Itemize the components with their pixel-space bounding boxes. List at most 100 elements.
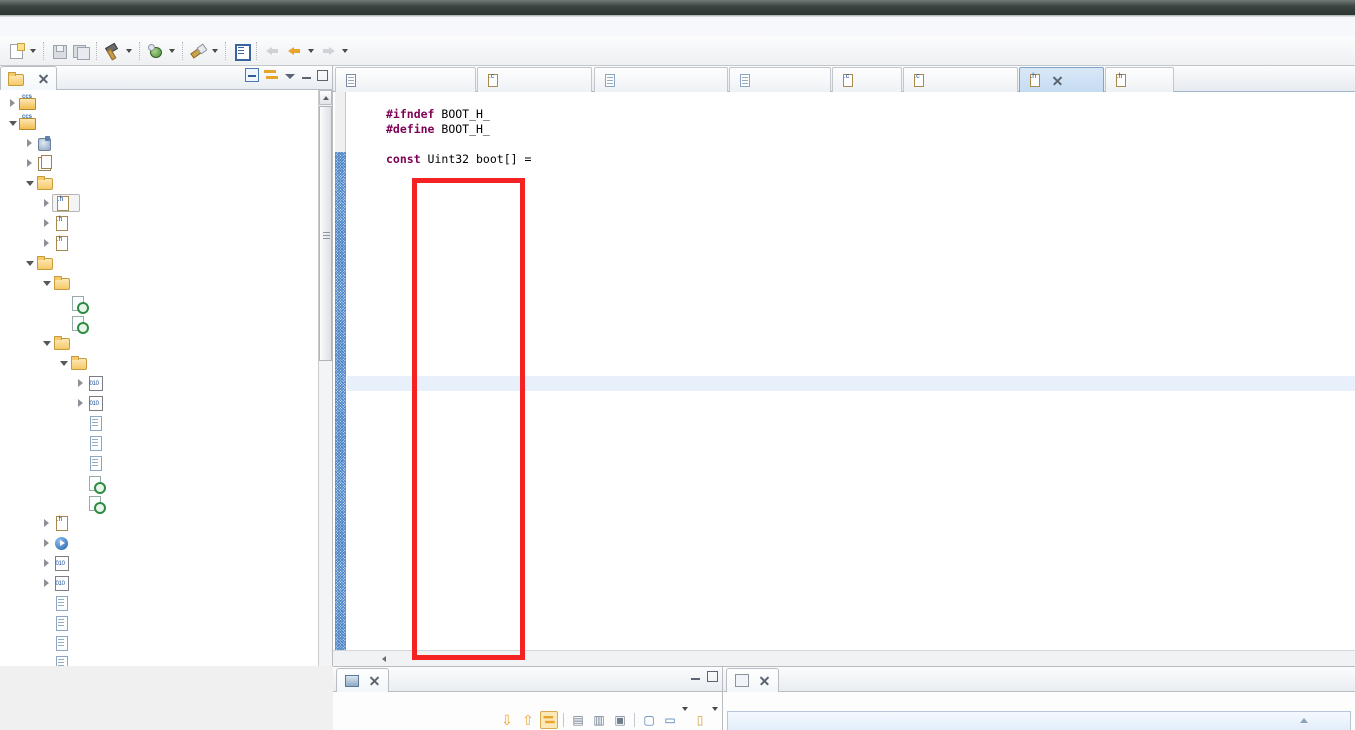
editor-tab-tms320c6713-ccxml[interactable] [335, 67, 477, 92]
code-line[interactable] [347, 451, 1355, 466]
sort-ascending-icon[interactable] [1300, 718, 1308, 723]
tree-item-vecs-obj-c6000-le-[interactable] [0, 573, 318, 593]
new-file-dropdown[interactable] [27, 40, 39, 62]
editor-tab-boot-h[interactable]: .h [1018, 67, 1105, 92]
menu-file[interactable] [0, 26, 16, 28]
tree-twisty-closed-icon[interactable] [40, 213, 53, 233]
maximize-icon[interactable] [707, 671, 718, 682]
tree-item-boot-ok-map[interactable] [0, 613, 318, 633]
build-button[interactable] [101, 40, 123, 62]
new-console-view-icon[interactable]: ▢ [640, 711, 658, 729]
run-button[interactable] [187, 40, 209, 62]
open-console-icon[interactable]: ▯ [691, 711, 709, 729]
tree-item-boot-h[interactable] [0, 193, 318, 213]
tree-twisty-closed-icon[interactable] [40, 553, 53, 573]
code-line[interactable] [347, 256, 1355, 271]
code-line[interactable] [347, 301, 1355, 316]
menu-run[interactable] [80, 26, 96, 28]
tab-console[interactable] [336, 668, 389, 692]
code-line[interactable] [347, 226, 1355, 241]
clear-console-icon[interactable]: ▤ [569, 711, 587, 729]
code-line[interactable] [347, 480, 1355, 495]
tree-item-binaries[interactable] [0, 133, 318, 153]
close-icon[interactable] [1052, 75, 1063, 86]
tree-twisty-open-icon[interactable] [6, 113, 19, 133]
tree-twisty-open-icon[interactable] [57, 353, 70, 373]
tree-item-includes[interactable] [0, 153, 318, 173]
code-line[interactable] [347, 197, 1355, 212]
tree-item-subdir-vars-mk[interactable] [0, 313, 318, 334]
code-line[interactable] [347, 436, 1355, 451]
tree-item-ccssrcs-opt[interactable] [0, 653, 318, 666]
editor-tab-text-h[interactable]: .h [1105, 67, 1175, 92]
tree-item-dsplib[interactable] [0, 273, 318, 293]
code-editor[interactable]: #ifndef BOOT_H_ #define BOOT_H_ const Uint… [333, 92, 1355, 666]
code-line[interactable]: #define BOOT_H_ [347, 122, 1355, 137]
new-file-button[interactable] [5, 40, 27, 62]
code-line[interactable] [347, 525, 1355, 540]
tree-item-boot-ok-out-c6000-le-[interactable] [0, 533, 318, 553]
tab-problems[interactable] [726, 668, 779, 692]
tree-item-source[interactable] [0, 333, 318, 353]
debug-button[interactable] [144, 40, 166, 62]
code-line[interactable] [347, 137, 1355, 152]
save-all-button[interactable] [70, 40, 92, 62]
debug-dropdown[interactable] [166, 40, 178, 62]
menu-view[interactable] [32, 26, 48, 28]
tree-item-bsp[interactable] [0, 353, 318, 373]
code-line[interactable] [347, 92, 1355, 107]
maximize-icon[interactable] [317, 69, 328, 81]
code-line[interactable]: const Uint32 boot[] = [347, 152, 1355, 167]
menu-scripts[interactable] [96, 26, 112, 28]
tree-twisty-closed-icon[interactable] [23, 153, 36, 173]
editor-tab-ccssrcs-opt[interactable] [729, 67, 832, 92]
pin-console-icon[interactable]: ▥ [590, 711, 608, 729]
tree-item-c6713-flash-obj-c6000-le-[interactable] [0, 393, 318, 413]
tree-item-text-h[interactable] [0, 213, 318, 233]
scroll-lock-icon[interactable] [540, 711, 558, 729]
code-lines[interactable]: #ifndef BOOT_H_ #define BOOT_H_ const Uint… [347, 92, 1355, 650]
code-line[interactable] [347, 331, 1355, 346]
tree-twisty-closed-icon[interactable] [6, 93, 19, 113]
code-line[interactable] [347, 346, 1355, 361]
tree-twisty-closed-icon[interactable] [23, 133, 36, 153]
code-line[interactable] [347, 495, 1355, 510]
display-console-icon[interactable]: ▭ [661, 711, 679, 729]
forward-button[interactable] [317, 40, 339, 62]
view-menu-icon[interactable] [284, 69, 296, 81]
back-dropdown[interactable] [305, 40, 317, 62]
scroll-left-icon[interactable] [377, 652, 391, 665]
save-button[interactable] [48, 40, 70, 62]
tree-twisty-closed-icon[interactable] [40, 513, 53, 533]
link-with-editor-icon[interactable] [264, 68, 279, 82]
tree-item-c6713-emif-obj-c6000-le-[interactable] [0, 373, 318, 393]
tree-item-subdir-rules-mk[interactable] [0, 293, 318, 314]
code-line[interactable] [347, 555, 1355, 570]
code-line[interactable] [347, 316, 1355, 331]
editor-tab-project-pump-map[interactable] [593, 67, 729, 92]
tree-item-boot-ok-linkinfo-xml[interactable] [0, 593, 318, 613]
tree-item-subdir-rules-mk[interactable] [0, 473, 318, 494]
tree-item-ccsobjs-opt[interactable] [0, 633, 318, 653]
code-line[interactable] [347, 421, 1355, 436]
tree-item-123[interactable] [0, 93, 318, 113]
close-icon[interactable] [759, 675, 770, 686]
code-line[interactable] [347, 391, 1355, 406]
code-line[interactable] [347, 167, 1355, 182]
tree-twisty-closed-icon[interactable] [74, 393, 87, 413]
tree-twisty-closed-icon[interactable] [40, 573, 53, 593]
code-line[interactable] [347, 406, 1355, 421]
back-button[interactable] [283, 40, 305, 62]
code-line[interactable] [347, 540, 1355, 555]
menu-project[interactable] [64, 26, 80, 28]
remove-console-icon[interactable]: ▣ [611, 711, 629, 729]
tree-twisty-open-icon[interactable] [40, 273, 53, 293]
code-line[interactable] [347, 212, 1355, 227]
build-dropdown[interactable] [123, 40, 135, 62]
tree-item-bootloaderhead[interactable] [0, 173, 318, 193]
code-line[interactable] [347, 570, 1355, 585]
tree-twisty-closed-icon[interactable] [40, 533, 53, 553]
code-line[interactable] [347, 241, 1355, 256]
menu-edit[interactable] [16, 26, 32, 28]
code-line[interactable] [347, 286, 1355, 301]
